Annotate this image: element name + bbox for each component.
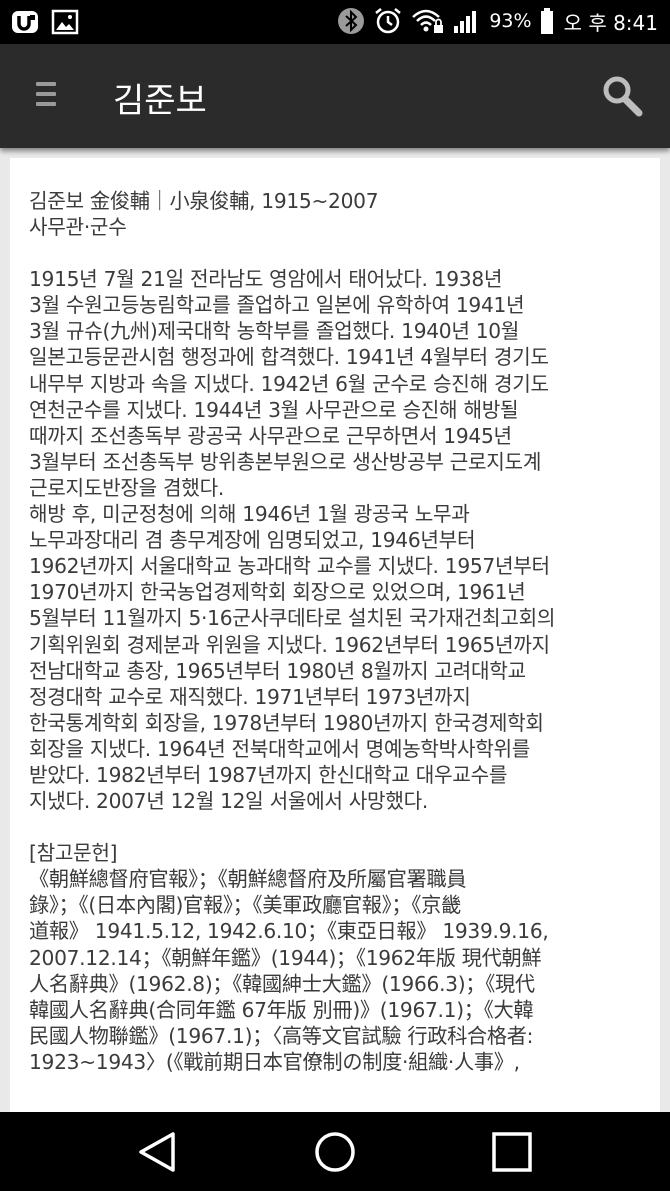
app-u-icon bbox=[12, 11, 38, 33]
search-button[interactable] bbox=[598, 72, 648, 122]
search-icon bbox=[603, 76, 643, 117]
references-list: 《朝鮮總督府官報》；《朝鮮總督府及所屬官署職員 錄》；《(日本內閣)官報》；《美… bbox=[29, 867, 549, 1074]
clock: 오 후 8:41 bbox=[563, 10, 658, 35]
status-bar: 93% 오 후 8:41 bbox=[0, 0, 670, 44]
battery-percent: 93% bbox=[489, 10, 532, 32]
home-button[interactable] bbox=[311, 1128, 359, 1176]
menu-button[interactable] bbox=[26, 76, 66, 116]
battery-icon bbox=[540, 8, 553, 34]
bluetooth-icon bbox=[338, 8, 365, 34]
recents-icon bbox=[492, 1132, 532, 1172]
alarm-icon bbox=[375, 8, 402, 34]
content-area[interactable]: 김준보 金俊輔｜小泉俊輔, 1915~2007 사무관·군수 1915년 7월 … bbox=[0, 148, 670, 1112]
navigation-bar bbox=[0, 1112, 670, 1191]
back-button[interactable] bbox=[133, 1128, 181, 1176]
page-title: 김준보 bbox=[113, 81, 207, 121]
article-paragraph-1: 1915년 7월 21일 전라남도 영암에서 태어났다. 1938년 3월 수원… bbox=[29, 267, 549, 500]
signal-icon bbox=[454, 11, 477, 33]
image-icon bbox=[51, 9, 79, 35]
back-icon bbox=[139, 1132, 175, 1172]
article-paragraph-2: 해방 후, 미군정청에 의해 1946년 1월 광공국 노무과 노무과장대리 겸… bbox=[29, 502, 556, 814]
references-heading: [참고문헌] bbox=[29, 841, 118, 866]
app-bar: 김준보 bbox=[0, 44, 670, 148]
home-icon bbox=[315, 1132, 355, 1172]
wifi-lock-icon bbox=[412, 9, 444, 33]
article-header-role: 사무관·군수 bbox=[29, 215, 127, 240]
article-card: 김준보 金俊輔｜小泉俊輔, 1915~2007 사무관·군수 1915년 7월 … bbox=[10, 158, 660, 1112]
recents-button[interactable] bbox=[488, 1128, 536, 1176]
article-header-name: 김준보 金俊輔｜小泉俊輔, 1915~2007 bbox=[29, 189, 379, 213]
